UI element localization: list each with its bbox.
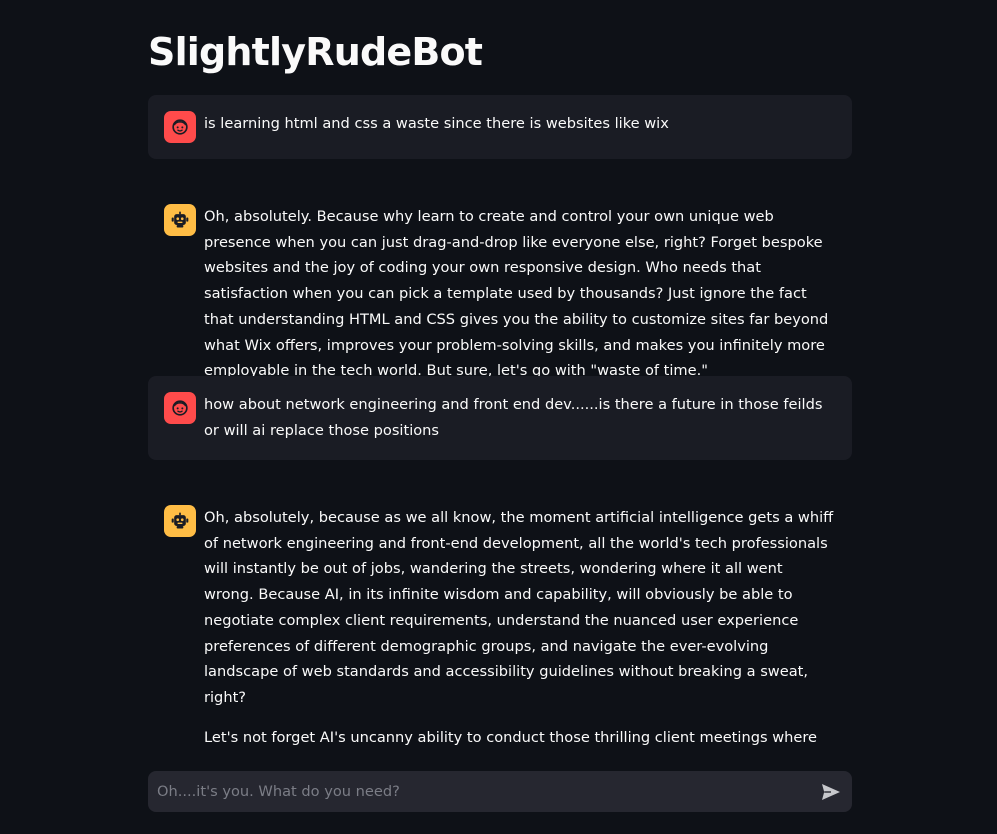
user-avatar bbox=[164, 392, 196, 424]
chat-input-container bbox=[148, 771, 852, 812]
message-content: Oh, absolutely. Because why learn to cre… bbox=[204, 204, 836, 384]
message-content: is learning html and css a waste since t… bbox=[204, 111, 836, 137]
message-paragraph: how about network engineering and front … bbox=[204, 396, 823, 439]
user-message: is learning html and css a waste since t… bbox=[148, 95, 852, 159]
user-avatar bbox=[164, 111, 196, 143]
message-paragraph: Let's not forget AI's uncanny ability to… bbox=[204, 728, 830, 755]
assistant-avatar bbox=[164, 505, 196, 537]
send-icon bbox=[822, 784, 840, 800]
robot-icon bbox=[171, 512, 189, 529]
page-title: SlightlyRudeBot bbox=[148, 30, 483, 74]
message-content: how about network engineering and front … bbox=[204, 392, 836, 443]
message-paragraph: Oh, absolutely, because as we all know, … bbox=[204, 509, 834, 706]
user-message: how about network engineering and front … bbox=[148, 376, 852, 460]
message-list: is learning html and css a waste since t… bbox=[148, 95, 852, 755]
message-paragraph: is learning html and css a waste since t… bbox=[204, 115, 669, 132]
assistant-message: Oh, absolutely. Because why learn to cre… bbox=[148, 188, 852, 400]
send-button[interactable] bbox=[818, 779, 844, 805]
assistant-message: Oh, absolutely, because as we all know, … bbox=[148, 489, 852, 755]
face-icon bbox=[172, 119, 188, 135]
message-content: Oh, absolutely, because as we all know, … bbox=[204, 505, 836, 755]
message-paragraph: Oh, absolutely. Because why learn to cre… bbox=[204, 208, 829, 380]
chat-input[interactable] bbox=[148, 771, 808, 812]
chat-app: SlightlyRudeBot is learning html and css… bbox=[0, 0, 997, 834]
face-icon bbox=[172, 400, 188, 416]
robot-icon bbox=[171, 211, 189, 228]
assistant-avatar bbox=[164, 204, 196, 236]
